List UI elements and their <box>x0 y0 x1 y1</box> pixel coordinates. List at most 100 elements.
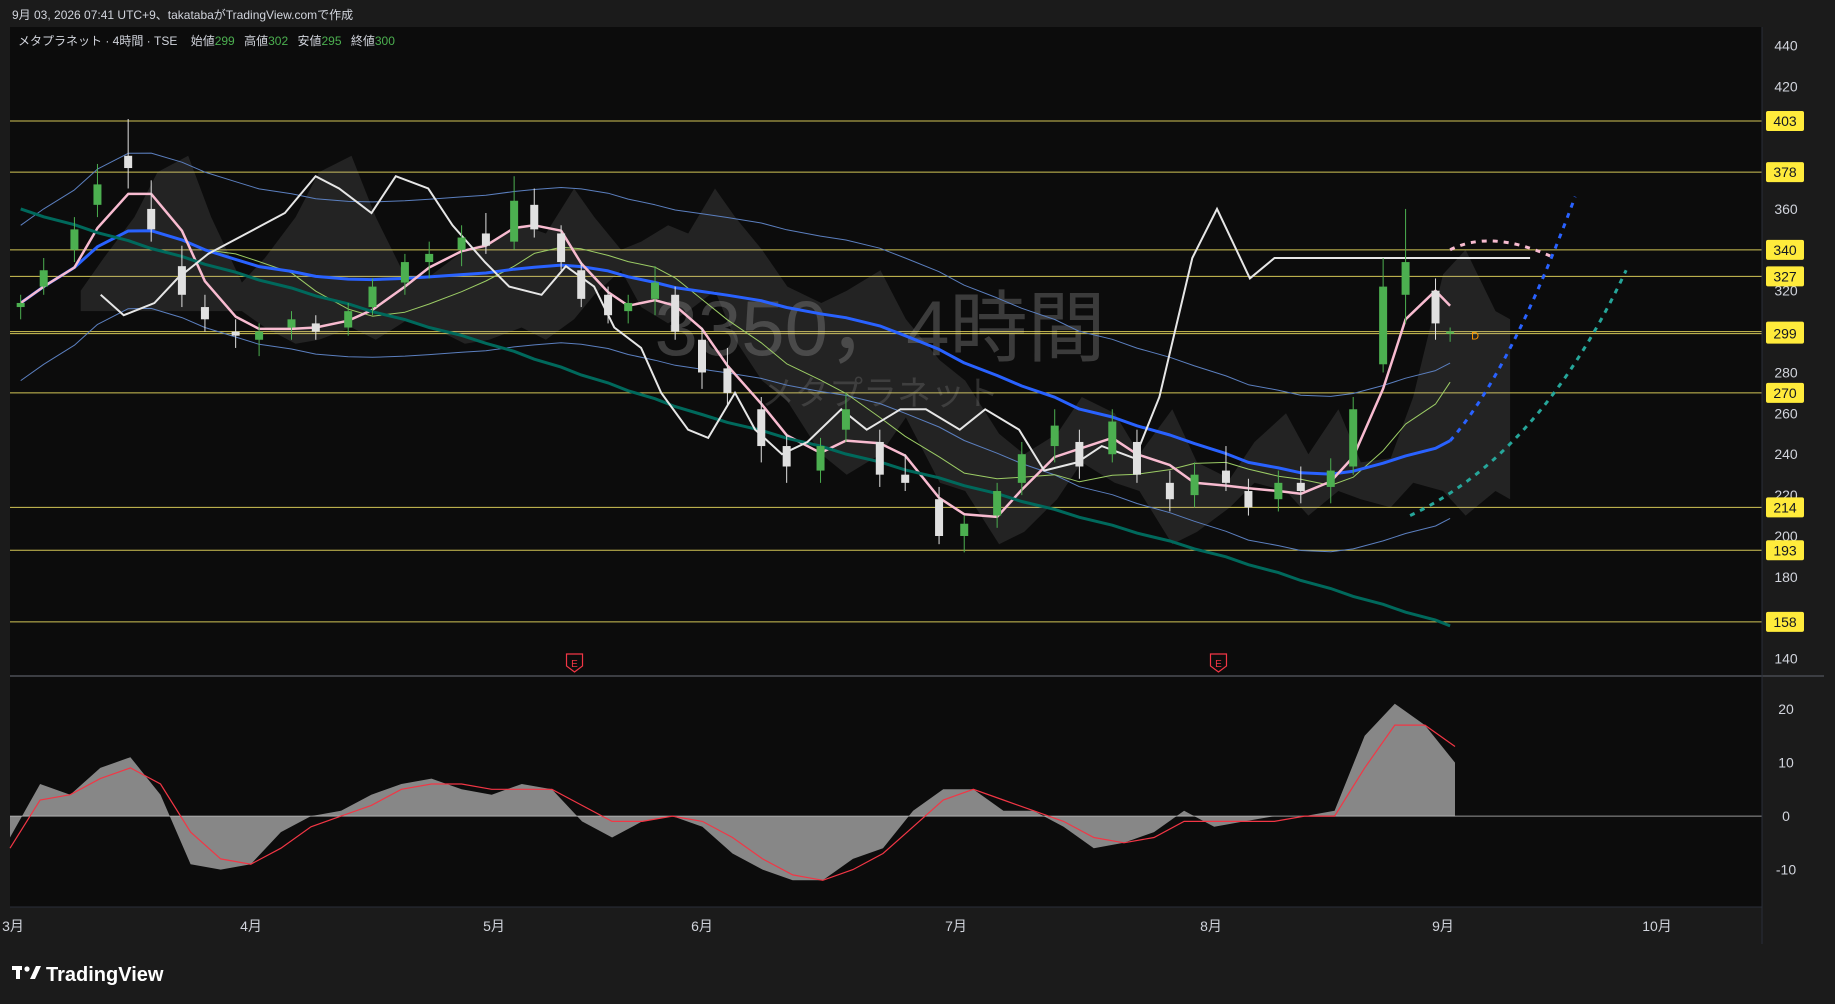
main-pane[interactable]: 3350，4時間 メタプラネット E ED メタプラネット · 4時間 · TSE… <box>10 27 1762 675</box>
candle-body[interactable] <box>1075 441 1084 467</box>
chart-root: 9月 03, 2026 07:41 UTC+9、takatabaがTrading… <box>0 0 1835 1004</box>
oscillator-tick-label: 10 <box>1778 755 1794 771</box>
price-tick-label: 420 <box>1774 78 1798 94</box>
candle-body[interactable] <box>124 155 133 169</box>
candle-body[interactable] <box>577 270 586 299</box>
candle-body[interactable] <box>1132 441 1141 475</box>
candle-body[interactable] <box>1401 262 1410 295</box>
candle-body[interactable] <box>177 266 186 295</box>
month-tick-label: 4月 <box>240 918 262 934</box>
candle-body[interactable] <box>400 262 409 283</box>
candle-body[interactable] <box>557 233 566 263</box>
candle-body[interactable] <box>1190 474 1199 496</box>
price-tick-label: 140 <box>1774 651 1798 667</box>
candle-body[interactable] <box>200 307 209 320</box>
level-tag-label: 340 <box>1773 242 1797 258</box>
candle-body[interactable] <box>960 523 969 536</box>
candle-body[interactable] <box>93 184 102 205</box>
level-tag-label: 193 <box>1773 542 1797 558</box>
candle-body[interactable] <box>1379 286 1388 365</box>
candle-body[interactable] <box>231 331 240 336</box>
legend-close-value: 300 <box>375 34 395 48</box>
legend-close-label: 終値 <box>351 33 375 48</box>
candle-body[interactable] <box>39 270 48 287</box>
price-tick-label: 260 <box>1774 405 1798 421</box>
candle-body[interactable] <box>425 253 434 263</box>
candle-body[interactable] <box>604 294 613 316</box>
candle-body[interactable] <box>671 294 680 332</box>
month-tick-label: 6月 <box>691 918 713 934</box>
candle-body[interactable] <box>510 200 519 242</box>
candle-body[interactable] <box>16 302 25 308</box>
legend-low-label: 安値 <box>297 33 321 48</box>
month-tick-label: 3月 <box>2 918 24 934</box>
candle-body[interactable] <box>1326 470 1335 487</box>
level-tag-label: 299 <box>1773 326 1797 342</box>
candle-body[interactable] <box>841 409 850 430</box>
brand-name: TradingView <box>46 964 164 986</box>
svg-text:メタプラネット · 4時間 · TSE 始値: メタプラネット · 4時間 · TSE 始値299 高値302 安値295 終値… <box>18 33 395 48</box>
month-tick-label: 5月 <box>483 918 505 934</box>
level-tag-label: 214 <box>1773 499 1797 515</box>
legend-high-label: 高値 <box>244 33 268 48</box>
chart-caption: 9月 03, 2026 07:41 UTC+9、takatabaがTrading… <box>12 7 353 22</box>
candle-body[interactable] <box>901 474 910 483</box>
candle-body[interactable] <box>651 282 660 299</box>
price-tick-label: 360 <box>1774 201 1798 217</box>
candle-body[interactable] <box>1349 409 1358 467</box>
candle-body[interactable] <box>1050 425 1059 447</box>
legend-open-value: 299 <box>215 34 235 48</box>
candle-body[interactable] <box>530 204 539 230</box>
candle-body[interactable] <box>875 441 884 475</box>
candle-body[interactable] <box>1108 421 1117 455</box>
oscillator-tick-label: -10 <box>1776 862 1796 878</box>
candle-body[interactable] <box>782 446 791 467</box>
month-tick-label: 8月 <box>1200 918 1222 934</box>
candle-body[interactable] <box>624 302 633 312</box>
legend-symbol: メタプラネット · 4時間 · TSE <box>18 34 177 48</box>
price-tick-label: 280 <box>1774 364 1798 380</box>
candle-body[interactable] <box>457 237 466 250</box>
candle-body[interactable] <box>344 311 353 328</box>
candle-body[interactable] <box>1165 482 1174 500</box>
level-tag-label: 378 <box>1773 164 1797 180</box>
candle-body[interactable] <box>1244 491 1253 508</box>
legend-high-value: 302 <box>268 34 288 48</box>
level-tag-label: 158 <box>1773 614 1797 630</box>
candle-body[interactable] <box>255 331 264 340</box>
oscillator-tick-label: 20 <box>1778 701 1794 717</box>
candle-body[interactable] <box>368 286 377 308</box>
candle-body[interactable] <box>1221 470 1230 483</box>
symbol-legend[interactable]: メタプラネット · 4時間 · TSE 始値299 高値302 安値295 終値… <box>18 33 395 48</box>
earnings-marker-label: E <box>571 659 578 670</box>
candle-body[interactable] <box>1446 331 1455 334</box>
candle-body[interactable] <box>147 208 156 230</box>
candle-body[interactable] <box>1274 482 1283 500</box>
price-tick-label: 180 <box>1774 569 1798 585</box>
candle-body[interactable] <box>1296 482 1305 492</box>
candle-body[interactable] <box>698 339 706 373</box>
price-tick-label: 440 <box>1774 37 1798 53</box>
dividend-marker-label[interactable]: D <box>1471 331 1479 343</box>
candle-body[interactable] <box>287 319 296 328</box>
candle-body[interactable] <box>70 229 79 250</box>
candle-body[interactable] <box>935 499 944 536</box>
level-tag-label: 403 <box>1773 113 1797 129</box>
legend-low-value: 295 <box>321 34 341 48</box>
candle-body[interactable] <box>311 323 320 332</box>
earnings-marker-label: E <box>1215 659 1222 670</box>
month-tick-label: 10月 <box>1642 918 1672 934</box>
oscillator-tick-label: 0 <box>1782 808 1790 824</box>
month-tick-label: 9月 <box>1432 918 1454 934</box>
candle-body[interactable] <box>757 409 766 447</box>
candle-body[interactable] <box>993 491 1002 516</box>
candle-body[interactable] <box>723 368 732 393</box>
price-tick-label: 240 <box>1774 446 1798 462</box>
candle-body[interactable] <box>816 446 825 471</box>
month-tick-label: 7月 <box>945 918 967 934</box>
candle-body[interactable] <box>1017 454 1026 483</box>
level-tag-label: 270 <box>1773 385 1797 401</box>
candle-body[interactable] <box>481 233 490 246</box>
oscillator-pane[interactable] <box>9 677 1762 907</box>
candle-body[interactable] <box>1431 290 1440 324</box>
